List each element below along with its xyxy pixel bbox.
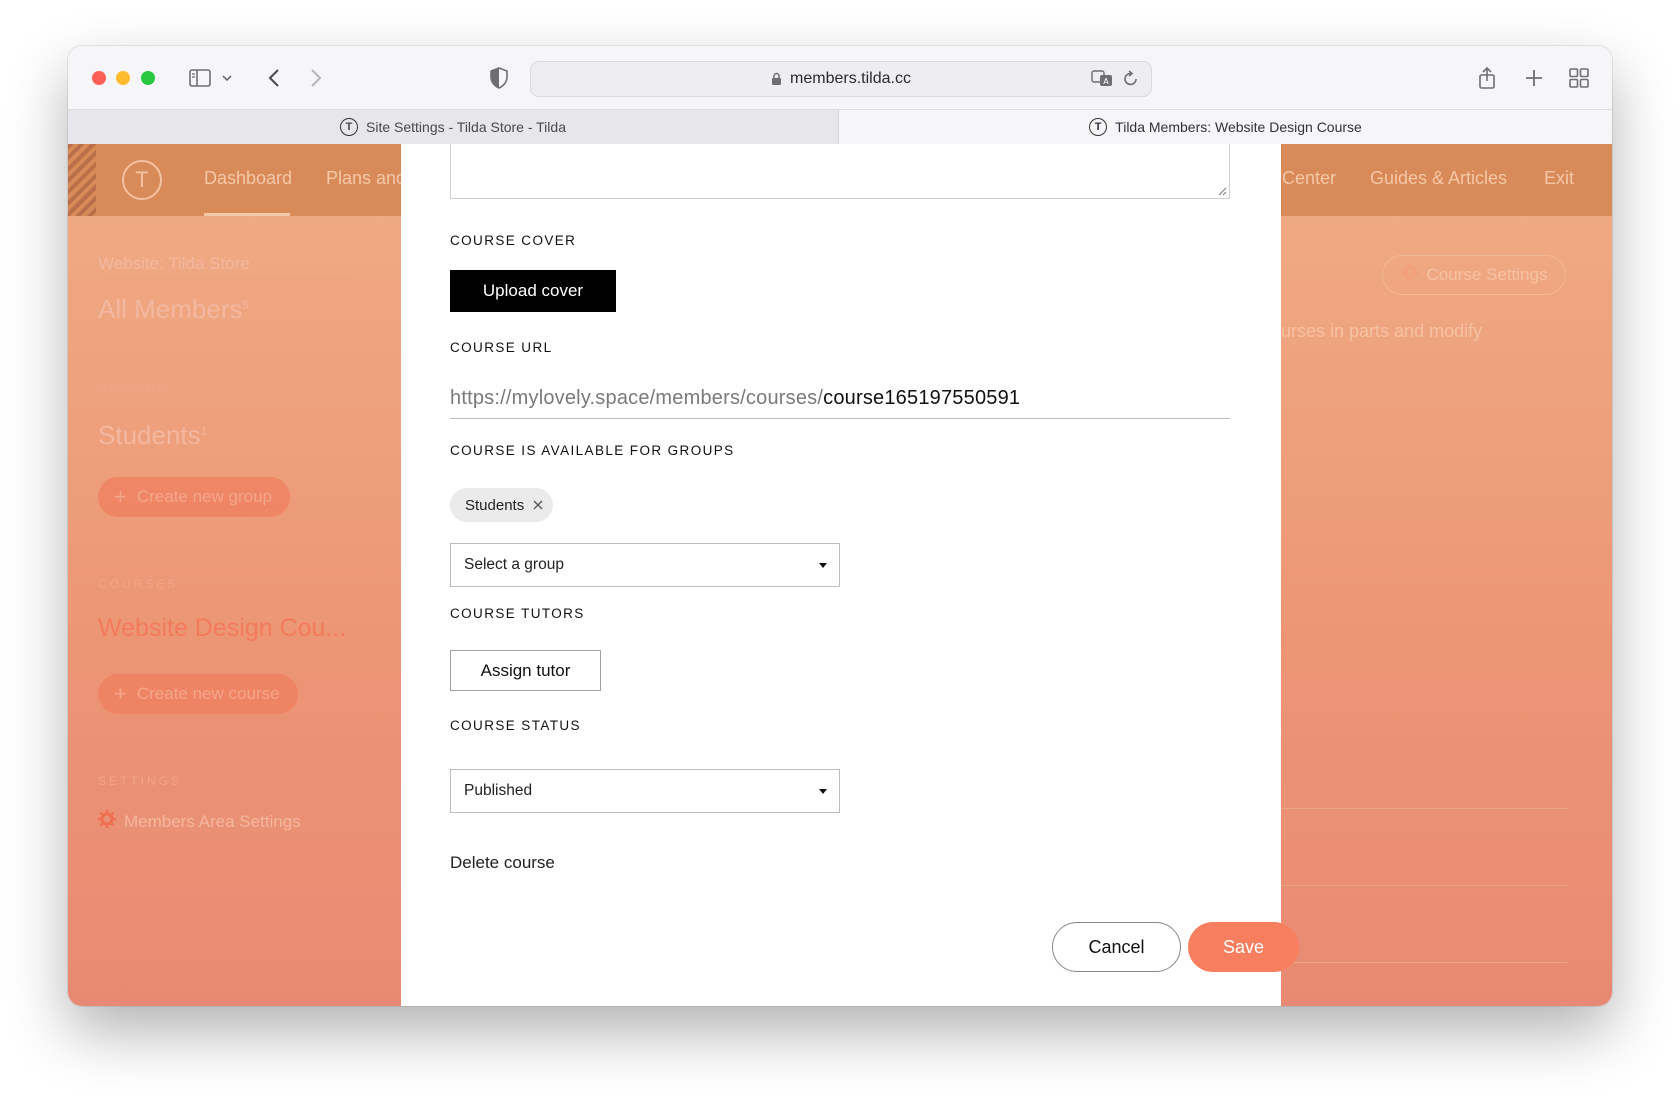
status-select[interactable]: Published [450, 769, 840, 813]
upload-cover-button[interactable]: Upload cover [450, 270, 616, 312]
course-cover-label: COURSE COVER [450, 233, 577, 248]
course-settings-button[interactable]: Course Settings [1382, 255, 1566, 295]
nav-dashboard[interactable]: Dashboard [204, 168, 292, 189]
tilda-logo-icon: T [340, 118, 358, 136]
zoom-window-button[interactable] [141, 71, 155, 85]
course-description-text: urses in parts and modify [1281, 321, 1483, 341]
url-slug[interactable]: course165197550591 [823, 387, 1020, 410]
create-course-button[interactable]: + Create new course [98, 674, 298, 714]
tab-members-course[interactable]: T Tilda Members: Website Design Course [839, 110, 1612, 144]
tab-overview-icon[interactable] [1568, 64, 1590, 92]
all-members-count: 5 [242, 299, 249, 312]
browser-toolbar: members.tilda.cc A [68, 46, 1612, 110]
tilda-logo-icon: T [1089, 118, 1108, 136]
course-url-label: COURSE URL [450, 340, 553, 355]
create-group-label: Create new group [136, 487, 272, 506]
close-icon[interactable] [533, 497, 543, 514]
divider [98, 278, 358, 279]
dropdown-arrow-icon [819, 789, 827, 794]
dropdown-arrow-icon [819, 563, 827, 568]
course-settings-modal: COURSE COVER Upload cover COURSE URL htt… [401, 144, 1299, 1006]
reload-icon[interactable] [1123, 69, 1139, 92]
address-text: members.tilda.cc [790, 70, 911, 87]
shield-icon[interactable] [488, 64, 510, 92]
create-group-button[interactable]: + Create new group [98, 477, 290, 517]
nav-plans[interactable]: Plans and [326, 168, 406, 189]
cancel-button[interactable]: Cancel [1052, 922, 1181, 972]
groups-heading: GROUPS [98, 381, 169, 395]
tab-site-settings[interactable]: T Site Settings - Tilda Store - Tilda [68, 110, 839, 144]
close-window-button[interactable] [92, 71, 106, 85]
tab-label: Tilda Members: Website Design Course [1115, 119, 1362, 135]
gear-icon [98, 810, 116, 833]
nav-exit[interactable]: Exit [1544, 168, 1574, 189]
page-backdrop: T Dashboard Plans and Center Guides & Ar… [68, 144, 1612, 1006]
browser-window: members.tilda.cc A T Site Settings - Til… [68, 46, 1612, 1006]
nav-help-center[interactable]: Center [1282, 168, 1336, 189]
settings-heading: SETTINGS [98, 774, 183, 788]
back-icon[interactable] [264, 64, 284, 92]
divider [1281, 885, 1567, 886]
forward-icon[interactable] [306, 64, 326, 92]
tutors-label: COURSE TUTORS [450, 606, 585, 621]
resize-handle-icon[interactable] [1217, 186, 1227, 196]
translate-icon[interactable]: A [1091, 69, 1113, 92]
description-textarea[interactable] [450, 144, 1230, 199]
tab-bar: T Site Settings - Tilda Store - Tilda T … [68, 110, 1612, 145]
assign-tutor-button[interactable]: Assign tutor [450, 650, 601, 691]
save-button[interactable]: Save [1188, 922, 1299, 972]
divider [1281, 808, 1567, 809]
decorative-pattern [68, 144, 96, 216]
group-students-link[interactable]: Students1 [98, 420, 207, 451]
nav-guides[interactable]: Guides & Articles [1370, 168, 1507, 189]
delete-course-link[interactable]: Delete course [450, 853, 555, 873]
lock-icon [771, 72, 782, 86]
sidebar-toggle-icon[interactable] [186, 64, 214, 92]
members-area-settings-link[interactable]: Members Area Settings [98, 810, 301, 833]
svg-text:A: A [1103, 77, 1109, 86]
group-chip: Students [450, 488, 554, 522]
all-members-label: All Members [98, 294, 243, 324]
course-settings-label: Course Settings [1426, 265, 1548, 284]
course-url-field[interactable]: https://mylovely.space/members/courses/c… [450, 378, 1230, 419]
members-settings-label: Members Area Settings [124, 811, 301, 831]
new-tab-icon[interactable] [1523, 64, 1545, 92]
status-select-value: Published [464, 782, 533, 799]
url-prefix: https://mylovely.space/members/courses/ [450, 386, 824, 409]
tilda-logo[interactable]: T [122, 160, 162, 200]
chevron-down-icon[interactable] [220, 64, 234, 92]
share-icon[interactable] [1476, 64, 1498, 92]
group-chip-label: Students [465, 496, 525, 514]
website-name: Website: Tilda Store [98, 254, 250, 273]
group-label: Students [98, 420, 201, 450]
create-course-label: Create new course [136, 684, 280, 703]
gear-icon [1400, 263, 1419, 287]
course-link[interactable]: Website Design Cou... [98, 614, 346, 643]
divider [1281, 962, 1567, 963]
minimize-window-button[interactable] [116, 71, 130, 85]
status-label: COURSE STATUS [450, 718, 581, 733]
plus-icon: + [114, 484, 127, 509]
address-bar[interactable]: members.tilda.cc A [530, 61, 1152, 97]
courses-heading: COURSES [98, 577, 179, 591]
all-members-link[interactable]: All Members5 [98, 294, 249, 325]
plus-icon: + [114, 681, 127, 706]
tab-label: Site Settings - Tilda Store - Tilda [366, 119, 566, 135]
groups-label: COURSE IS AVAILABLE FOR GROUPS [450, 443, 735, 458]
nav-active-indicator [204, 213, 290, 216]
group-count: 1 [200, 425, 207, 438]
group-select-value: Select a group [464, 556, 564, 573]
group-select[interactable]: Select a group [450, 543, 840, 587]
